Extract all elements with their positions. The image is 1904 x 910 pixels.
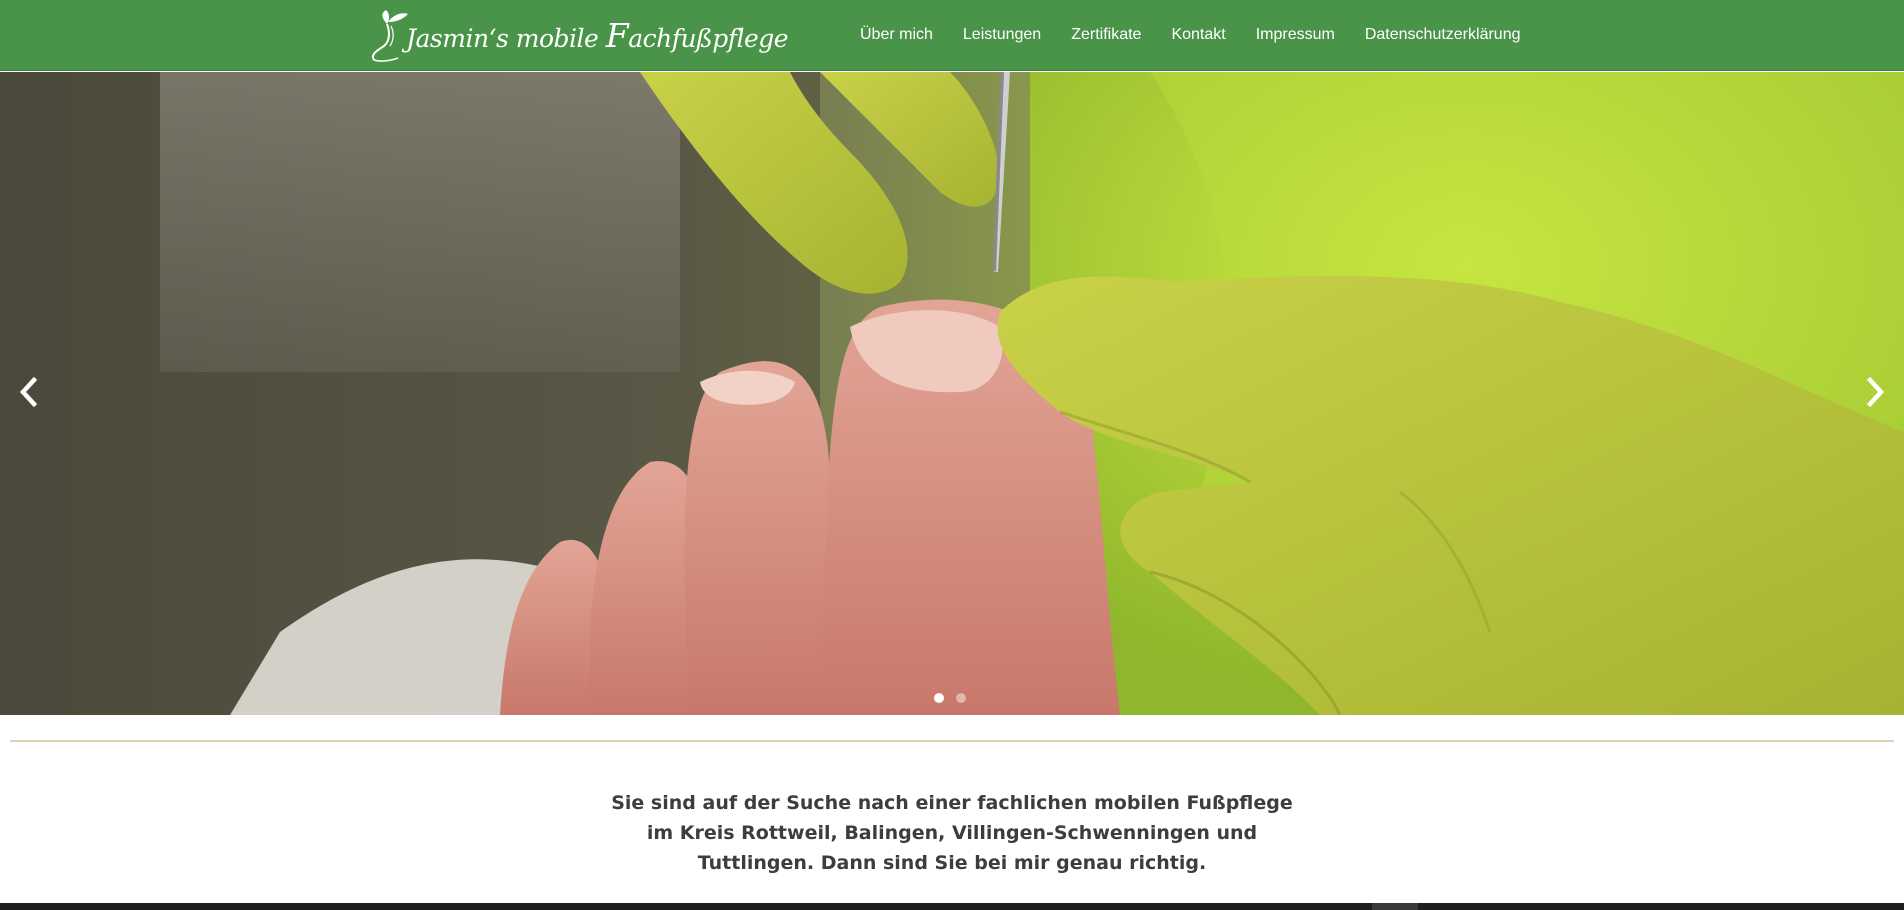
scroll-to-top-button[interactable] [1372, 903, 1418, 910]
slider-dot-2[interactable] [956, 693, 966, 703]
nav-item-zertifikate[interactable]: Zertifikate [1071, 26, 1141, 44]
hero-image [0, 72, 1904, 715]
nav-item-impressum[interactable]: Impressum [1256, 26, 1335, 44]
intro-line-3: Tuttlingen. Dann sind Sie bei mir genau … [697, 852, 1207, 874]
site-logo[interactable]: Jasmin‘s mobile Fachfußpflege [360, 6, 789, 64]
slider-dot-1[interactable] [934, 693, 944, 703]
footer-strip [0, 903, 1904, 910]
chevron-right-icon [1866, 377, 1885, 407]
logo-text-part2: achfußpflege [628, 23, 789, 53]
logo-text-cap: F [605, 15, 629, 55]
nav-item-leistungen[interactable]: Leistungen [963, 26, 1041, 44]
site-header: Jasmin‘s mobile Fachfußpflege Über mich … [0, 0, 1904, 71]
nav-item-datenschutz[interactable]: Datenschutzerklärung [1365, 26, 1521, 44]
nav-item-kontakt[interactable]: Kontakt [1171, 26, 1225, 44]
slider-next-button[interactable] [1856, 372, 1896, 412]
logo-text-part1: Jasmin‘s mobile [406, 23, 606, 53]
nav-item-ueber-mich[interactable]: Über mich [860, 26, 933, 44]
intro-line-1: Sie sind auf der Suche nach einer fachli… [611, 792, 1293, 814]
intro-text: Sie sind auf der Suche nach einer fachli… [552, 788, 1352, 878]
intro-line-2: im Kreis Rottweil, Balingen, Villingen-S… [646, 822, 1258, 844]
hero-slider [0, 72, 1904, 715]
section-divider [10, 740, 1894, 742]
main-nav: Über mich Leistungen Zertifikate Kontakt… [860, 0, 1520, 70]
slider-prev-button[interactable] [8, 372, 48, 412]
chevron-left-icon [19, 377, 38, 407]
slider-dots [934, 693, 966, 703]
